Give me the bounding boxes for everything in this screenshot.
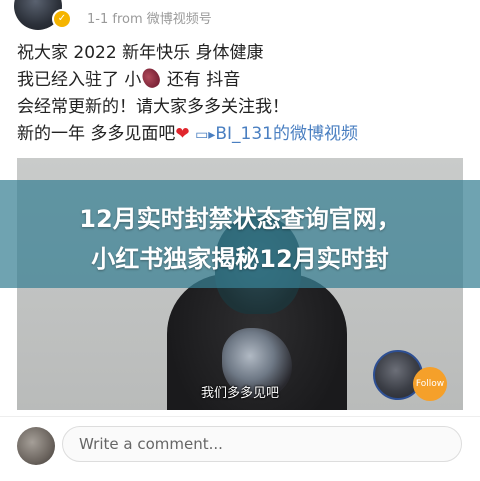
- post-line-3: 会经常更新的！请大家多多关注我！: [17, 97, 289, 117]
- heart-icon: ❤: [175, 124, 190, 144]
- sweet-potato-icon: [139, 65, 164, 91]
- comment-input[interactable]: [62, 426, 462, 462]
- banner-line-2: 小红书独家揭秘12月实时封: [91, 245, 389, 273]
- post-header: ✓ 1-1 from 微博视频号: [0, 0, 480, 34]
- post-line-2: 我已经入驻了 小 还有 抖音: [17, 65, 467, 94]
- verified-badge-icon: ✓: [52, 9, 72, 29]
- post-text: 祝大家 2022 新年快乐 身体健康 我已经入驻了 小 还有 抖音 会经常更新的…: [17, 40, 467, 149]
- post-line-2-a: 我已经入驻了 小: [17, 70, 142, 90]
- comment-bar: [0, 416, 480, 481]
- post-line-4: 新的一年 多多见面吧❤ ▭▸BI_131的微博视频: [17, 121, 467, 149]
- post-line-1: 祝大家 2022 新年快乐 身体健康: [17, 43, 264, 63]
- video-link-label: BI_131的微博视频: [215, 124, 358, 144]
- follow-button[interactable]: Follow: [413, 367, 447, 401]
- video-play-icon: ▭▸: [195, 127, 216, 143]
- user-avatar[interactable]: [17, 427, 55, 465]
- post-line-4-text: 新的一年 多多见面吧: [17, 124, 176, 144]
- post-meta: 1-1 from 微博视频号: [87, 12, 212, 27]
- post-line-2-b: 还有 抖音: [166, 70, 241, 90]
- banner-line-1: 12月实时封禁状态查询官网，: [79, 205, 401, 233]
- video-link[interactable]: ▭▸BI_131的微博视频: [195, 124, 358, 144]
- headline-banner: 12月实时封禁状态查询官网， 小红书独家揭秘12月实时封: [0, 180, 480, 288]
